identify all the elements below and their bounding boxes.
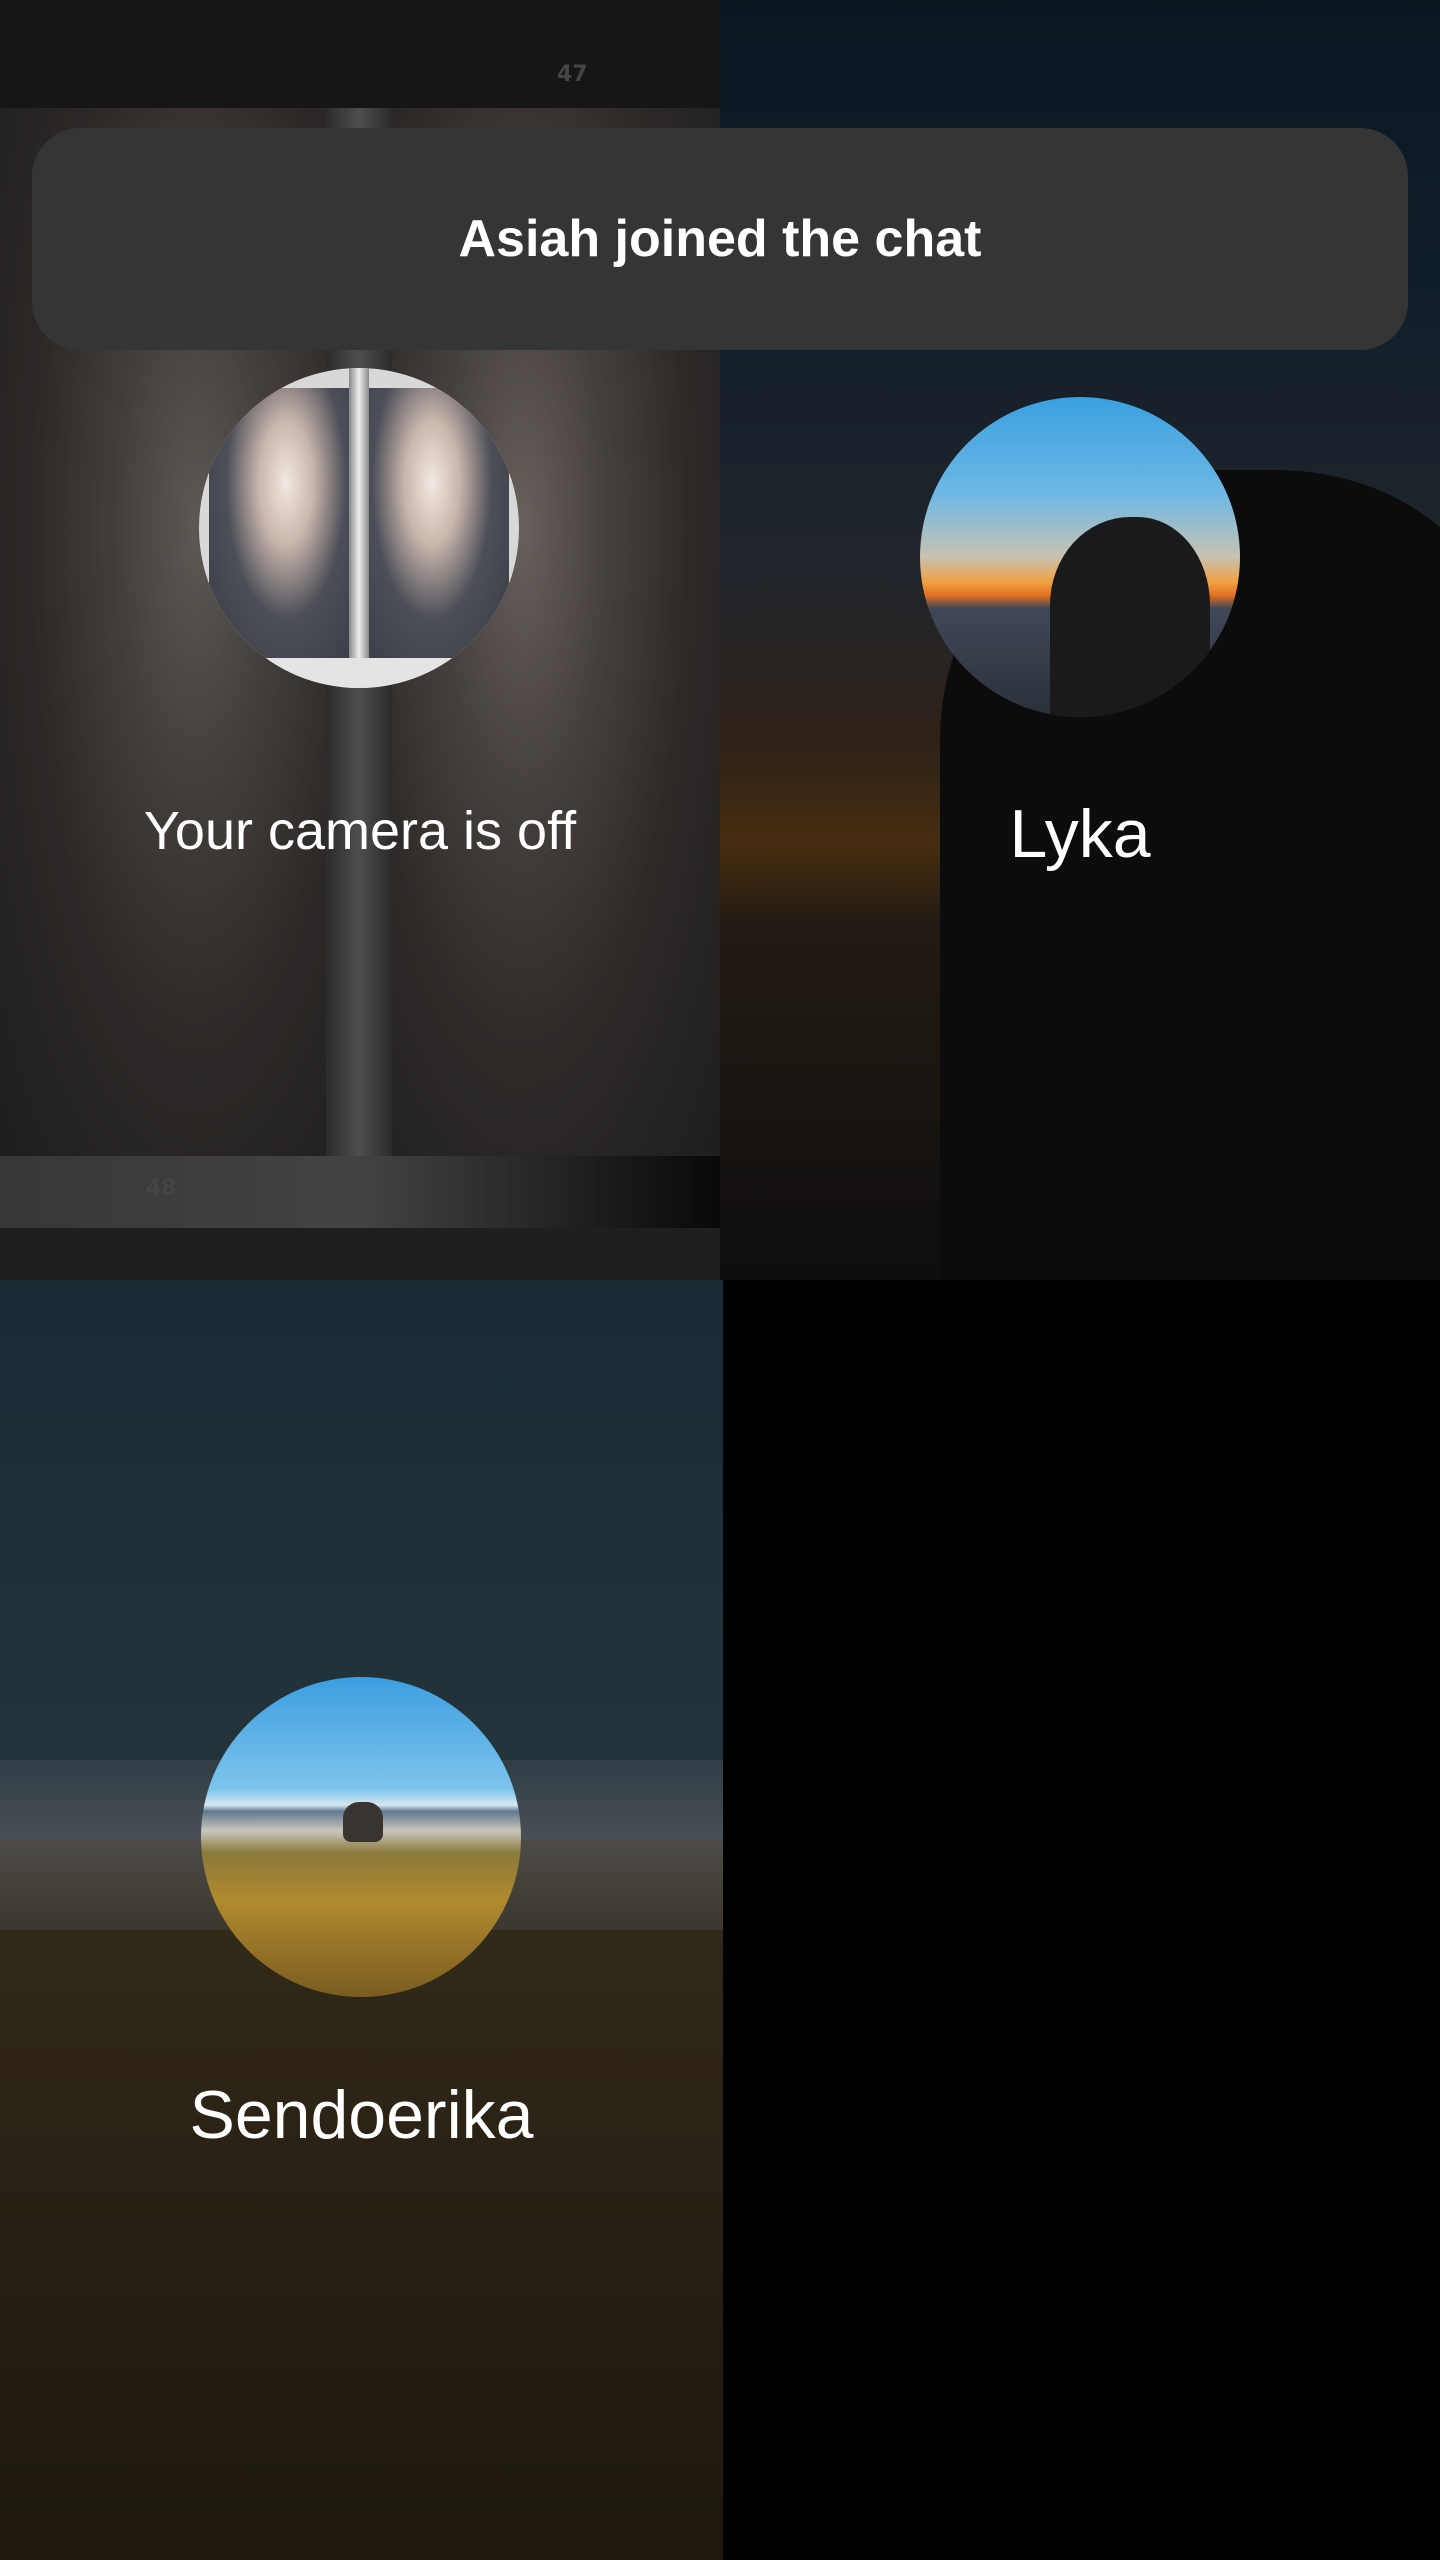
lyka-avatar xyxy=(920,397,1240,717)
avatar-photo xyxy=(209,388,349,658)
toast-message: Asiah joined the chat xyxy=(458,210,982,268)
participant-name: Lyka xyxy=(1009,796,1151,872)
participant-name: Sendoerika xyxy=(189,2077,534,2153)
camera-off-status: Your camera is off xyxy=(143,801,577,861)
avatar-photo xyxy=(369,388,509,658)
avatar-silhouette xyxy=(1050,517,1210,717)
avatar-photo-divider xyxy=(349,368,369,688)
empty-tile xyxy=(723,1280,1440,2560)
join-notification-toast: Asiah joined the chat xyxy=(32,128,1408,350)
avatar-photo-strip xyxy=(199,658,519,688)
video-call-screen: 47 48 Your camera is off Lyka Sendoerika xyxy=(0,0,1440,2560)
sendoerika-avatar xyxy=(201,1677,521,1997)
avatar-person xyxy=(343,1802,383,1842)
self-avatar xyxy=(199,368,519,688)
